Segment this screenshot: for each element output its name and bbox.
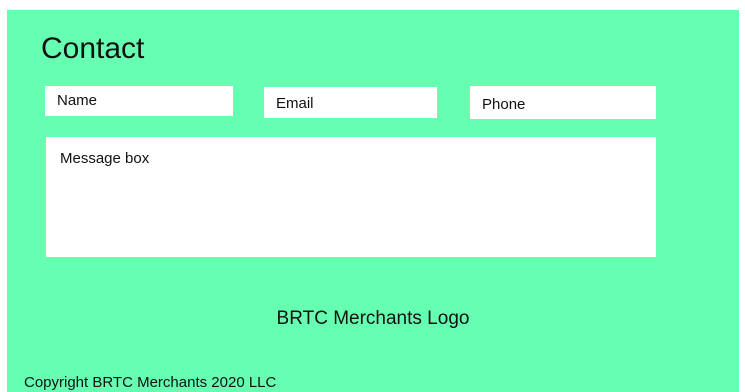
brand-logo: BRTC Merchants Logo — [276, 308, 470, 329]
copyright-text: Copyright BRTC Merchants 2020 LLC — [24, 374, 277, 391]
phone-field[interactable]: Phone — [470, 86, 656, 119]
page-title: Contact — [41, 32, 145, 65]
email-field[interactable]: Email — [264, 87, 437, 118]
contact-panel: Contact Name Email Phone Message box BRT… — [7, 10, 739, 392]
message-box[interactable]: Message box — [46, 137, 656, 257]
name-field[interactable]: Name — [45, 86, 233, 116]
